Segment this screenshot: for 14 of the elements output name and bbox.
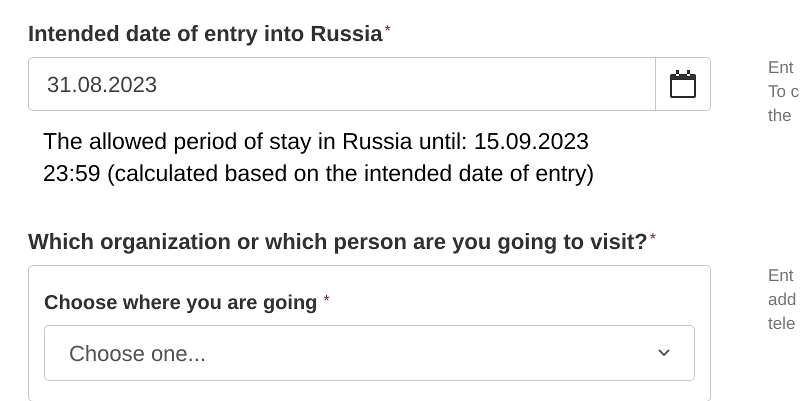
field-label: Choose where you are going	[44, 291, 318, 316]
required-asterisk: *	[384, 22, 391, 42]
calendar-button[interactable]	[656, 57, 711, 111]
field-label: Intended date of entry into Russia	[28, 20, 382, 48]
chevron-down-icon	[658, 349, 670, 357]
field-label: Which organization or which person are you going to visit?	[28, 228, 648, 256]
required-asterisk: *	[650, 230, 656, 250]
hint-text: Ent add tele	[768, 265, 798, 335]
hint-text: Ent To c the	[768, 57, 800, 127]
date-field[interactable]: 31.08.2023	[28, 57, 656, 111]
required-asterisk: *	[323, 292, 330, 312]
calendar-icon	[669, 69, 697, 99]
stay-period-note: The allowed period of stay in Russia until: 15.09.2023 23:59 (calculated based on the intended date of entry)	[43, 127, 596, 188]
destination-select[interactable]: Choose one...	[44, 325, 695, 381]
